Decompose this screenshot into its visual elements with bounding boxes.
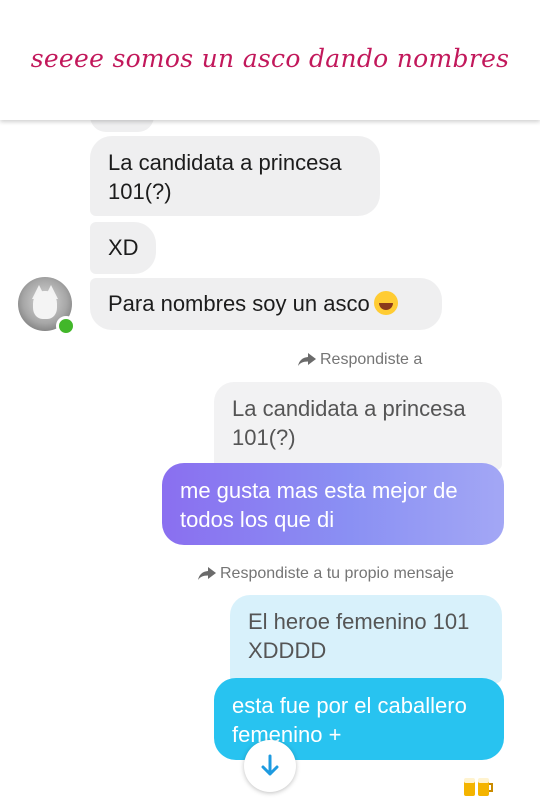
reply-label-text: Respondiste a tu propio mensaje [220,565,454,582]
rolling-on-floor-laughing-emoji [373,291,398,315]
caption-text: seeee somos un asco dando nombres [30,44,510,73]
quoted-text: El heroe femenino 101 XDDDD [248,609,470,663]
arrow-down-icon [261,754,279,776]
reply-indicator: Respondiste a tu propio mensaje [198,565,498,583]
message-text: esta fue por el caballero femenino + [232,693,467,747]
reply-arrow-icon [298,353,316,366]
incoming-message[interactable]: La candidata a princesa 101(?) [90,136,380,216]
scroll-to-bottom-button[interactable] [244,740,296,792]
quoted-text: La candidata a princesa 101(?) [232,396,466,450]
quoted-message[interactable]: La candidata a princesa 101(?) [214,382,502,470]
conversation-thread[interactable]: La candidata a princesa 101(?) XD Para n… [0,120,540,812]
outgoing-message[interactable]: me gusta mas esta mejor de todos los que… [162,463,504,545]
beer-mugs-icon [464,778,493,796]
incoming-message[interactable]: Para nombres soy un asco [90,278,442,330]
message-text: XD [108,235,139,260]
online-status-dot [56,316,76,336]
message-text: Para nombres soy un asco [108,291,370,316]
caption-banner: seeee somos un asco dando nombres [0,0,540,120]
quoted-message[interactable]: El heroe femenino 101 XDDDD [230,595,502,683]
message-reaction[interactable] [461,775,495,805]
message-text: me gusta mas esta mejor de todos los que… [180,478,458,532]
message-text: La candidata a princesa 101(?) [108,150,342,204]
avatar-dog [33,291,57,319]
reply-label-text: Respondiste a [320,351,423,368]
partial-message-bubble[interactable] [90,120,154,132]
incoming-message[interactable]: XD [90,222,156,274]
reply-indicator: Respondiste a [298,351,444,369]
reply-arrow-icon [198,567,216,580]
